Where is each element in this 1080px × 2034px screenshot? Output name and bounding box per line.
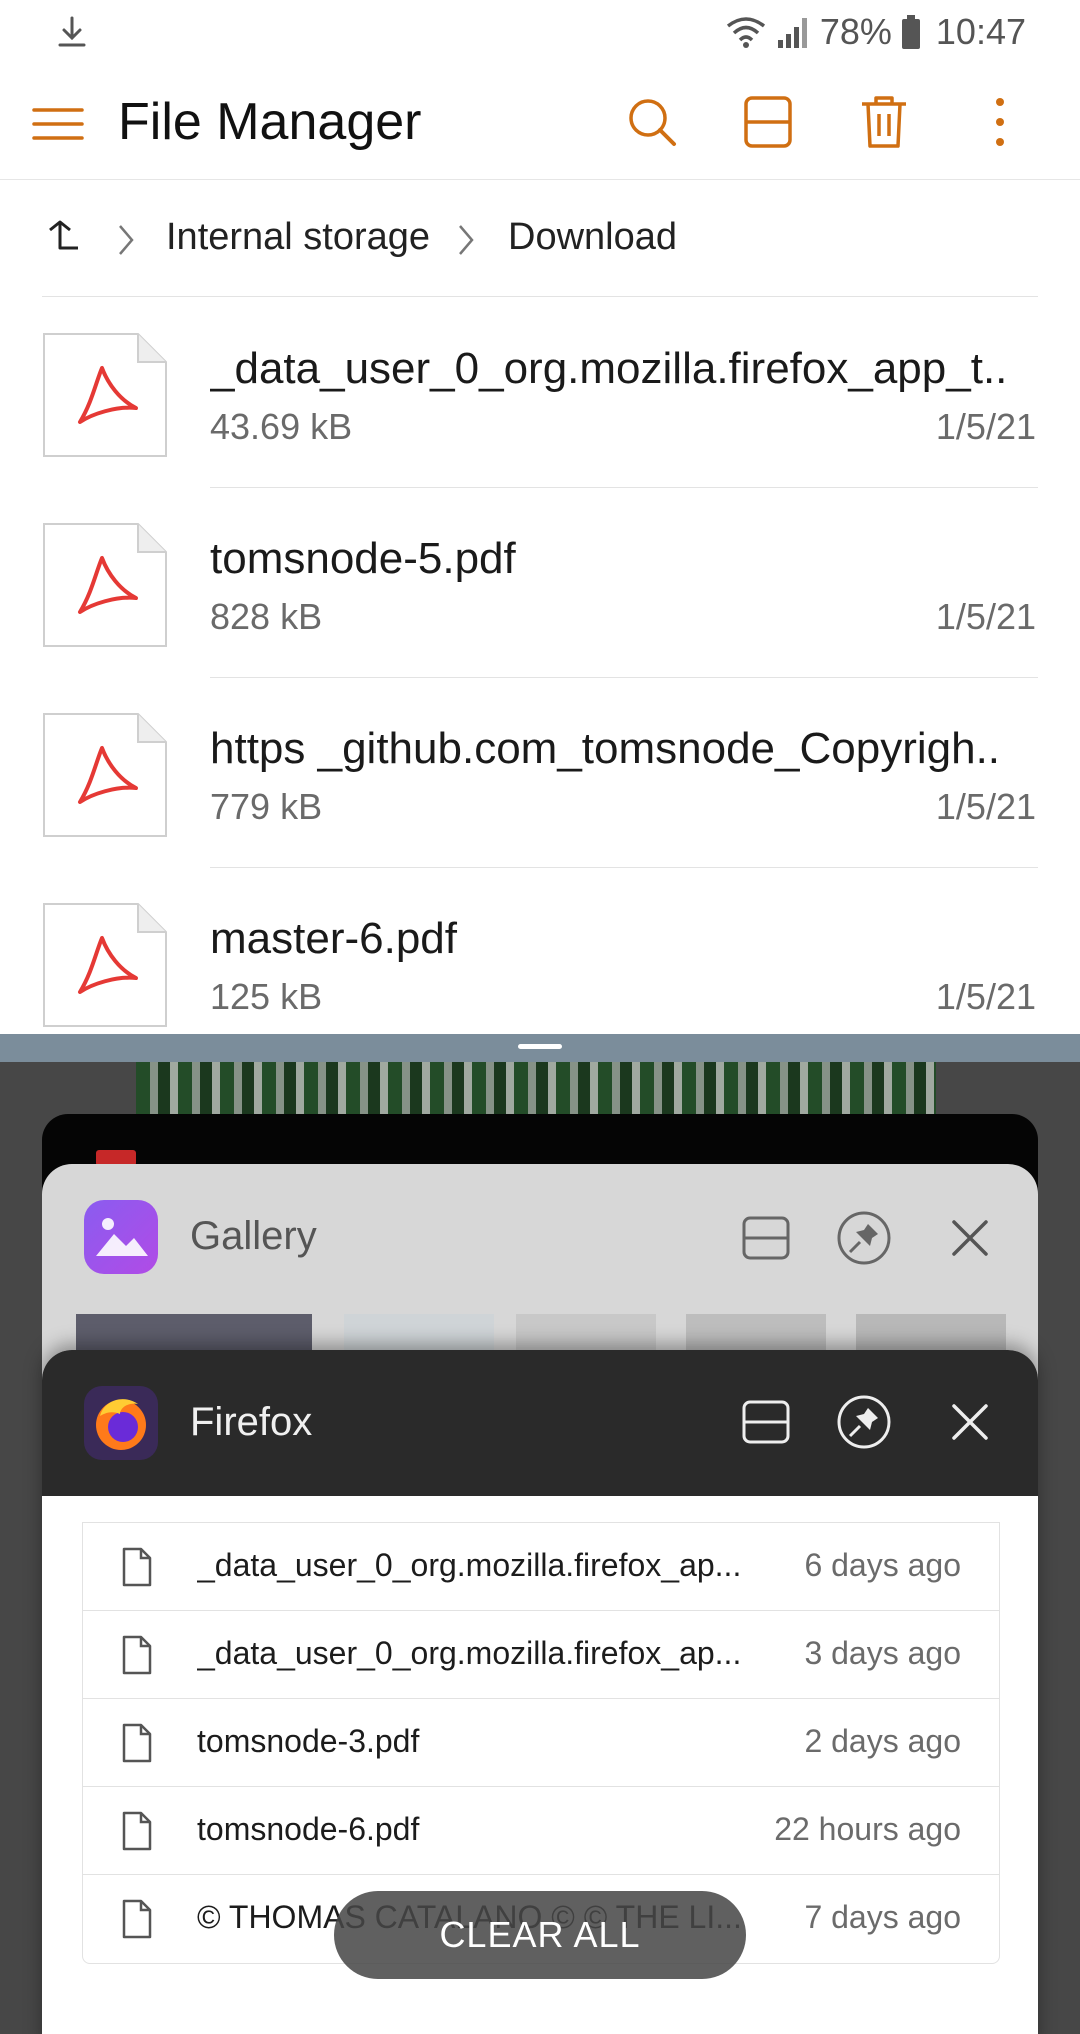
- delete-icon[interactable]: [852, 90, 916, 154]
- app-title: Gallery: [190, 1214, 317, 1258]
- split-screen-divider[interactable]: [0, 1034, 1080, 1062]
- app-card-header: Firefox: [42, 1350, 1038, 1496]
- file-list-item[interactable]: https _github.com_tomsnode_Copyrigh.. 77…: [0, 678, 1080, 868]
- download-name: tomsnode-6.pdf: [197, 1811, 420, 1847]
- file-size: 43.69 kB: [210, 406, 353, 447]
- file-size: 125 kB: [210, 976, 323, 1017]
- split-view-icon[interactable]: [738, 1210, 794, 1266]
- chevron-right-icon: [459, 225, 474, 255]
- file-icon: [122, 1547, 152, 1587]
- more-options-icon[interactable]: [968, 90, 1032, 154]
- file-date: 1/5/21: [935, 596, 1036, 637]
- pdf-file-icon: [43, 903, 167, 1027]
- pdf-file-icon: [43, 713, 167, 837]
- file-date: 1/5/21: [935, 786, 1036, 827]
- clock: 10:47: [935, 11, 1026, 52]
- status-bar: 78% 10:47: [0, 0, 1080, 64]
- file-name: https _github.com_tomsnode_Copyrigh..: [210, 724, 1001, 773]
- hamburger-menu-icon[interactable]: [28, 100, 88, 148]
- file-name: tomsnode-5.pdf: [210, 534, 516, 583]
- file-list-item[interactable]: tomsnode-5.pdf 828 kB 1/5/21: [0, 488, 1080, 678]
- app-title: Firefox: [190, 1400, 313, 1444]
- file-list-item[interactable]: master-6.pdf 125 kB 1/5/21: [0, 868, 1080, 1034]
- search-icon[interactable]: [620, 90, 684, 154]
- firefox-app-icon: [84, 1386, 158, 1460]
- download-time: 22 hours ago: [774, 1811, 961, 1847]
- file-name: master-6.pdf: [210, 914, 457, 963]
- pin-icon[interactable]: [836, 1210, 892, 1266]
- pin-icon[interactable]: [836, 1394, 892, 1450]
- signal-icon: [777, 18, 807, 48]
- wifi-icon: [726, 17, 765, 48]
- status-indicators: 78% 10:47: [724, 8, 1026, 56]
- recent-apps: Gallery Firefox _data_user_0_org.mozilla…: [0, 1062, 1080, 2034]
- download-time: 3 days ago: [804, 1635, 961, 1671]
- download-name: tomsnode-3.pdf: [197, 1723, 420, 1759]
- split-handle[interactable]: [518, 1044, 562, 1049]
- breadcrumb-download[interactable]: Download: [508, 216, 677, 259]
- navigate-up-icon[interactable]: [46, 220, 82, 260]
- gallery-app-icon: [84, 1200, 158, 1274]
- battery-percent: 78%: [819, 11, 892, 52]
- close-icon[interactable]: [942, 1394, 998, 1450]
- divider: [42, 296, 1038, 297]
- pdf-file-icon: [43, 523, 167, 647]
- download-icon: [58, 16, 86, 47]
- file-name: _data_user_0_org.mozilla.firefox_app_t..: [210, 344, 1008, 393]
- file-icon: [122, 1811, 152, 1851]
- breadcrumb-internal-storage[interactable]: Internal storage: [166, 216, 430, 259]
- file-icon: [122, 1899, 152, 1939]
- list-item[interactable]: _data_user_0_org.mozilla.firefox_ap... 3…: [83, 1611, 999, 1699]
- file-icon: [122, 1635, 152, 1675]
- split-view-icon[interactable]: [738, 1394, 794, 1450]
- list-item[interactable]: tomsnode-6.pdf 22 hours ago: [83, 1787, 999, 1875]
- pdf-file-icon: [43, 333, 167, 457]
- list-item[interactable]: tomsnode-3.pdf 2 days ago: [83, 1699, 999, 1787]
- file-date: 1/5/21: [935, 976, 1036, 1017]
- download-name: _data_user_0_org.mozilla.firefox_ap...: [197, 1547, 742, 1583]
- split-view-icon[interactable]: [736, 90, 800, 154]
- chevron-right-icon: [119, 225, 134, 255]
- file-icon: [122, 1723, 152, 1763]
- app-bar: File Manager: [0, 64, 1080, 180]
- download-time: 7 days ago: [804, 1899, 961, 1935]
- download-time: 6 days ago: [804, 1547, 961, 1583]
- clear-all-button[interactable]: CLEAR ALL: [334, 1891, 746, 1979]
- background-app-preview: [136, 1062, 936, 1114]
- download-time: 2 days ago: [804, 1723, 961, 1759]
- page-title: File Manager: [118, 93, 422, 151]
- file-list-item[interactable]: _data_user_0_org.mozilla.firefox_app_t..…: [0, 298, 1080, 488]
- breadcrumb: Internal storage Download: [0, 182, 1080, 298]
- file-size: 828 kB: [210, 596, 323, 637]
- file-date: 1/5/21: [935, 406, 1036, 447]
- list-item[interactable]: _data_user_0_org.mozilla.firefox_ap... 6…: [83, 1523, 999, 1611]
- close-icon[interactable]: [942, 1210, 998, 1266]
- download-name: _data_user_0_org.mozilla.firefox_ap...: [197, 1635, 742, 1671]
- battery-icon: [901, 15, 920, 49]
- file-size: 779 kB: [210, 786, 323, 827]
